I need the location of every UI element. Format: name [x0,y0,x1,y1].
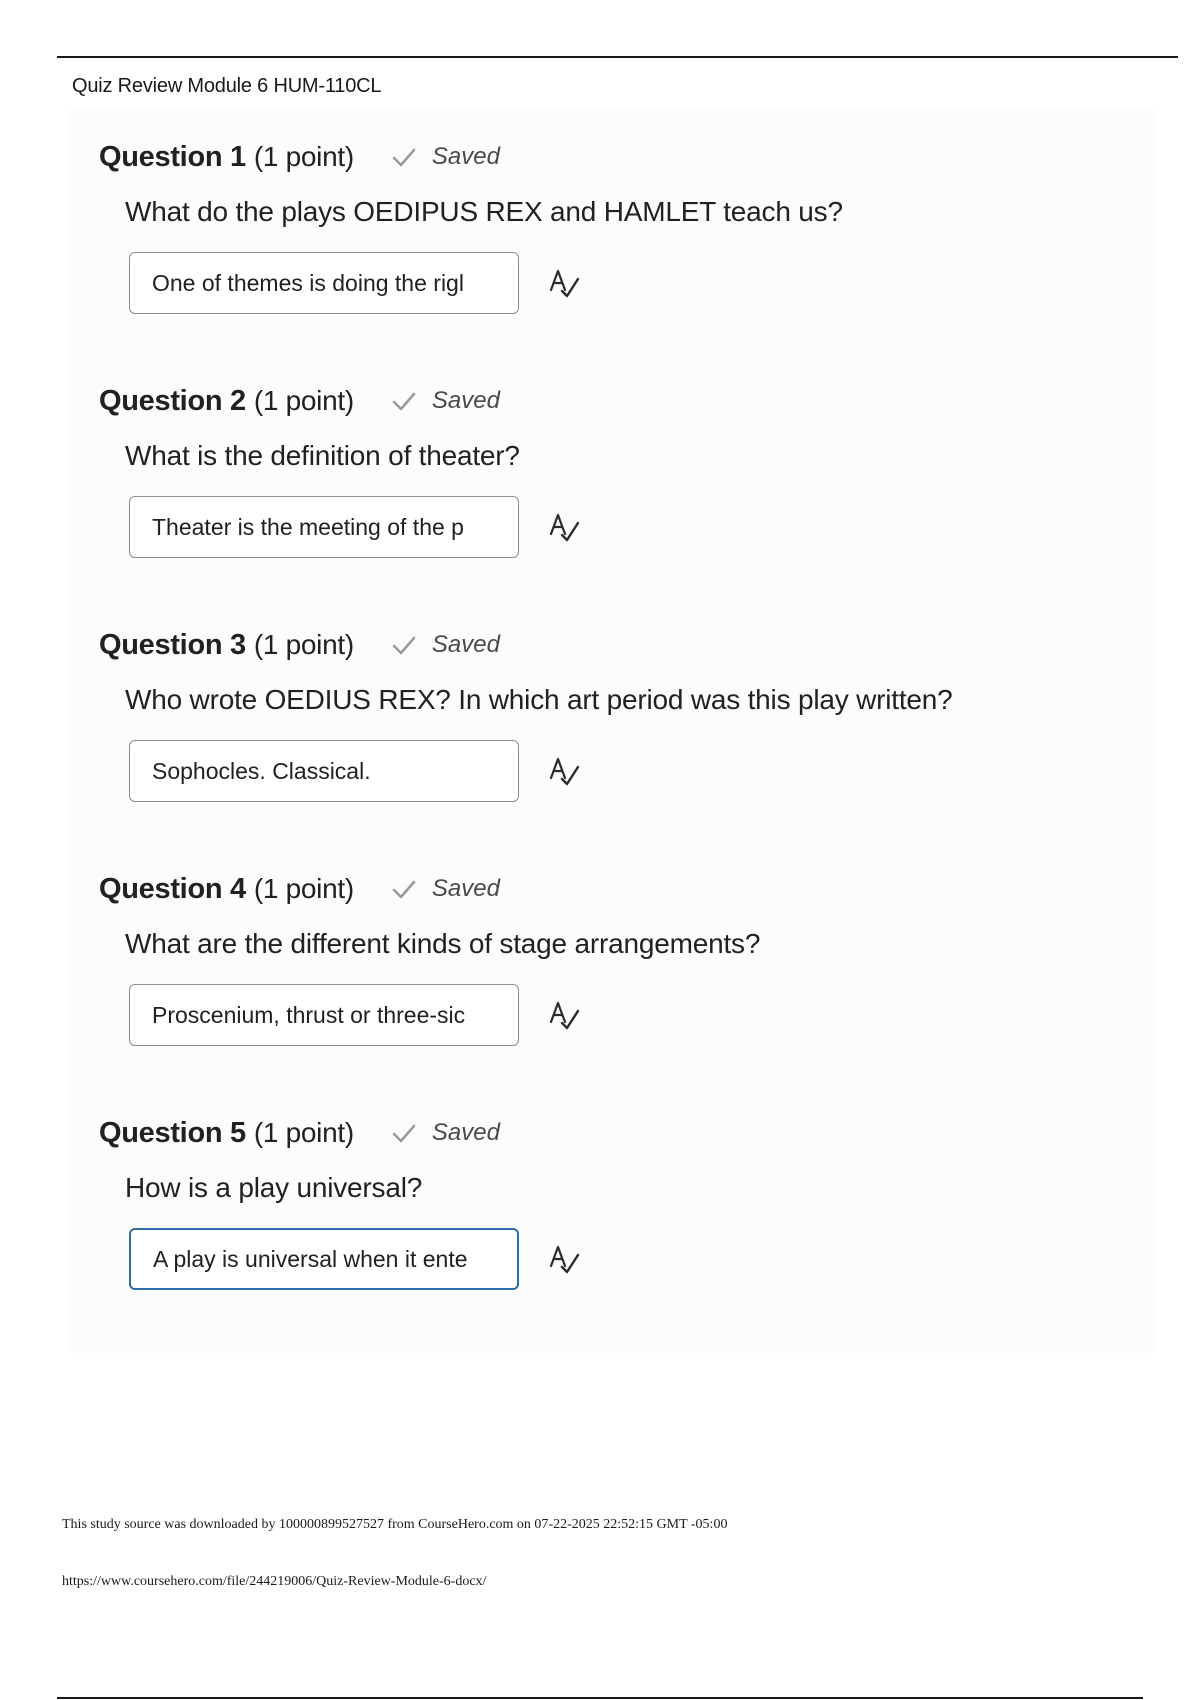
top-divider [57,56,1178,58]
saved-label: Saved [431,387,500,414]
download-note: This study source was downloaded by 1000… [62,1517,728,1532]
question-header: Question 3 (1 point) Saved [99,625,1149,665]
answer-input[interactable]: Proscenium, thrust or three-sic [129,984,519,1046]
question-prompt: What are the different kinds of stage ar… [125,928,761,959]
question-points: (1 point) [253,385,354,416]
question-title: Question 1 [99,140,246,173]
question-2: Question 2 (1 point) Saved What is the d… [99,381,1149,558]
bottom-divider [57,1697,1143,1699]
saved-label: Saved [431,143,500,170]
document-title: Quiz Review Module 6 HUM-110CL [72,75,382,97]
saved-status: Saved [390,631,500,659]
saved-label: Saved [431,1119,500,1146]
answer-row: Sophocles. Classical. [129,740,1149,802]
question-header: Question 1 (1 point) Saved [99,137,1149,177]
answer-row: Proscenium, thrust or three-sic [129,984,1149,1046]
check-icon [392,880,416,899]
question-title: Question 5 [99,1116,246,1149]
question-4: Question 4 (1 point) Saved What are the … [99,869,1149,1046]
question-prompt: Who wrote OEDIUS REX? In which art perio… [125,684,953,715]
question-title: Question 4 [99,872,246,905]
answer-input[interactable]: Sophocles. Classical. [129,740,519,802]
saved-status: Saved [390,1119,500,1147]
question-1: Question 1 (1 point) Saved What do the p… [99,137,1149,314]
check-icon [392,636,416,655]
source-url[interactable]: https://www.coursehero.com/file/24421900… [62,1574,486,1590]
question-prompt: What do the plays OEDIPUS REX and HAMLET… [125,196,843,227]
question-prompt: How is a play universal? [125,1172,423,1203]
question-header: Question 4 (1 point) Saved [99,869,1149,909]
spellcheck-icon[interactable] [547,510,581,544]
spellcheck-icon[interactable] [547,754,581,788]
saved-status: Saved [390,875,500,903]
answer-input[interactable]: A play is universal when it ente [129,1228,519,1290]
saved-status: Saved [390,387,500,415]
saved-label: Saved [431,631,500,658]
saved-label: Saved [431,875,500,902]
spellcheck-icon[interactable] [547,998,581,1032]
question-points: (1 point) [253,1117,354,1148]
spellcheck-icon[interactable] [547,1242,581,1276]
question-points: (1 point) [253,141,354,172]
answer-row: Theater is the meeting of the p [129,496,1149,558]
check-icon [392,392,416,411]
question-5: Question 5 (1 point) Saved How is a play… [99,1113,1149,1290]
answer-row: One of themes is doing the rigl [129,252,1149,314]
question-header: Question 2 (1 point) Saved [99,381,1149,421]
question-3: Question 3 (1 point) Saved Who wrote OED… [99,625,1149,802]
check-icon [392,148,416,167]
answer-input[interactable]: One of themes is doing the rigl [129,252,519,314]
spellcheck-icon[interactable] [547,266,581,300]
question-title: Question 3 [99,628,246,661]
question-prompt: What is the definition of theater? [125,440,520,471]
answer-row: A play is universal when it ente [129,1228,1149,1290]
saved-status: Saved [390,143,500,171]
check-icon [392,1124,416,1143]
question-points: (1 point) [253,873,354,904]
answer-input[interactable]: Theater is the meeting of the p [129,496,519,558]
question-title: Question 2 [99,384,246,417]
question-points: (1 point) [253,629,354,660]
question-header: Question 5 (1 point) Saved [99,1113,1149,1153]
